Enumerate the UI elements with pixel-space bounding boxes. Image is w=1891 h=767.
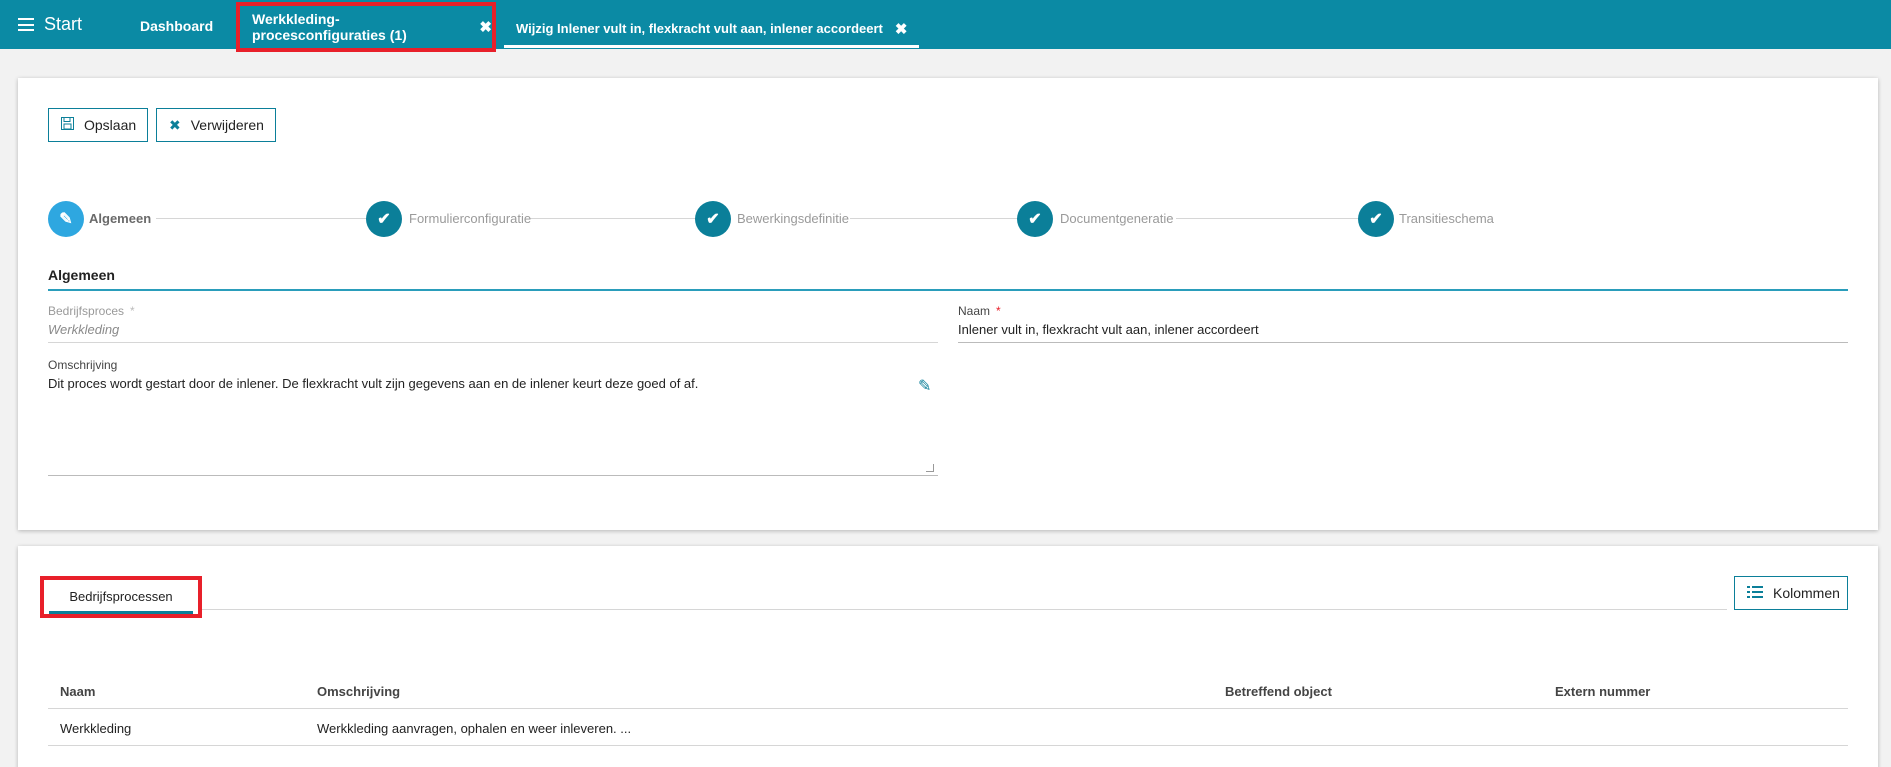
step-transitieschema[interactable]: ✔ xyxy=(1358,201,1394,237)
naam-label: Naam * xyxy=(958,304,1001,318)
stepper-connector xyxy=(850,218,1020,219)
step-bewerkingsdefinitie[interactable]: ✔ xyxy=(695,201,731,237)
step-label-documentgeneratie[interactable]: Documentgeneratie xyxy=(1060,211,1173,226)
tab-label: Wijzig Inlener vult in, flexkracht vult … xyxy=(516,21,883,36)
field-underline xyxy=(48,475,938,476)
naam-field[interactable]: Inlener vult in, flexkracht vult aan, in… xyxy=(958,322,1259,337)
bedrijfsprocessen-card: Bedrijfsprocessen Kolommen Naam Omschrij… xyxy=(18,546,1878,767)
section-divider xyxy=(48,289,1848,291)
step-label-bewerkingsdefinitie[interactable]: Bewerkingsdefinitie xyxy=(737,211,849,226)
column-header-omschrijving[interactable]: Omschrijving xyxy=(317,684,400,699)
table-header-divider xyxy=(48,708,1848,709)
omschrijving-textarea[interactable]: Dit proces wordt gestart door de inlener… xyxy=(48,376,918,391)
bedrijfsproces-label: Bedrijfsproces * xyxy=(48,304,135,318)
tab-bedrijfsprocessen[interactable]: Bedrijfsprocessen xyxy=(40,576,202,618)
tab-label: Werkkleding-procesconfiguraties (1) xyxy=(252,11,407,43)
step-label-formulierconfiguratie[interactable]: Formulierconfiguratie xyxy=(409,211,531,226)
column-header-naam[interactable]: Naam xyxy=(60,684,95,699)
close-icon[interactable]: ✖ xyxy=(895,20,908,38)
column-header-extern-nummer[interactable]: Extern nummer xyxy=(1555,684,1650,699)
list-icon xyxy=(1747,585,1763,601)
field-underline xyxy=(958,342,1848,343)
step-label-transitieschema[interactable]: Transitieschema xyxy=(1399,211,1494,226)
bedrijfsproces-label-text: Bedrijfsproces xyxy=(48,304,125,318)
check-icon: ✔ xyxy=(377,211,391,228)
delete-button[interactable]: ✖ Verwijderen xyxy=(156,108,276,142)
pencil-icon[interactable]: ✎ xyxy=(918,376,931,396)
tab-dashboard[interactable]: Dashboard xyxy=(140,18,213,34)
cell-naam[interactable]: Werkkleding xyxy=(60,721,131,736)
pencil-icon: ✎ xyxy=(59,211,73,228)
naam-label-text: Naam xyxy=(958,304,991,318)
start-menu-button[interactable]: Start xyxy=(18,14,82,35)
omschrijving-label: Omschrijving xyxy=(48,358,118,372)
start-label: Start xyxy=(44,14,83,34)
process-form-card: Opslaan ✖ Verwijderen ✎ Algemeen ✔ Formu… xyxy=(18,78,1878,530)
tab-label: Bedrijfsprocessen xyxy=(49,588,193,614)
check-icon: ✔ xyxy=(706,211,720,228)
tab-wijzig-proces[interactable]: Wijzig Inlener vult in, flexkracht vult … xyxy=(504,16,920,48)
save-button[interactable]: Opslaan xyxy=(48,108,148,142)
step-documentgeneratie[interactable]: ✔ xyxy=(1017,201,1053,237)
close-icon: ✖ xyxy=(169,116,181,133)
section-title: Algemeen xyxy=(48,267,115,283)
step-label-algemeen[interactable]: Algemeen xyxy=(89,211,151,226)
floppy-disk-icon xyxy=(61,117,74,133)
cell-omschrijving[interactable]: Werkkleding aanvragen, ophalen en weer i… xyxy=(317,721,631,736)
tabs-divider xyxy=(202,609,1727,610)
check-icon: ✔ xyxy=(1369,211,1383,228)
close-icon[interactable]: ✖ xyxy=(479,18,492,36)
columns-label: Kolommen xyxy=(1773,585,1840,601)
table-row-divider xyxy=(48,745,1848,746)
top-navigation-bar: Start Dashboard Werkkleding-procesconfig… xyxy=(0,0,1891,52)
bedrijfsproces-field: Werkkleding xyxy=(48,322,120,337)
stepper-connector xyxy=(1176,218,1358,219)
delete-label: Verwijderen xyxy=(190,117,264,133)
required-marker: * xyxy=(130,304,135,318)
check-icon: ✔ xyxy=(1028,211,1042,228)
stepper-connector xyxy=(156,218,374,219)
resize-handle-icon[interactable] xyxy=(926,464,934,472)
hamburger-menu-icon xyxy=(18,18,34,31)
tab-werkkleding-procesconfiguraties[interactable]: Werkkleding-procesconfiguraties (1) ✖ xyxy=(236,2,496,52)
stepper-connector xyxy=(530,218,698,219)
column-header-betreffend-object[interactable]: Betreffend object xyxy=(1225,684,1332,699)
columns-button[interactable]: Kolommen xyxy=(1734,576,1848,610)
field-underline xyxy=(48,342,938,343)
required-marker: * xyxy=(996,304,1001,318)
step-formulierconfiguratie[interactable]: ✔ xyxy=(366,201,402,237)
save-label: Opslaan xyxy=(84,117,137,133)
step-algemeen[interactable]: ✎ xyxy=(48,201,84,237)
